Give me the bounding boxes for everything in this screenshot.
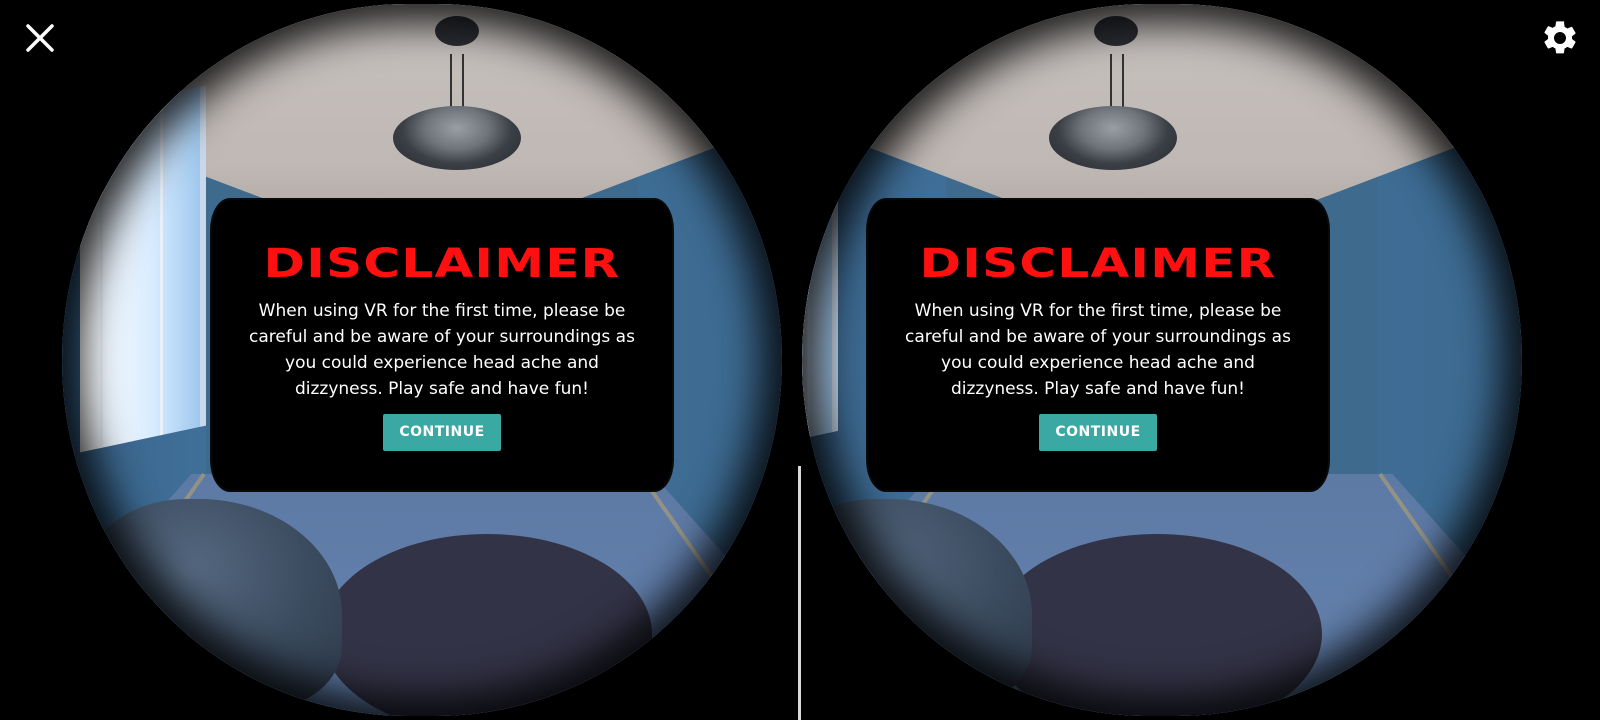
continue-button[interactable]: CONTINUE	[383, 414, 501, 451]
settings-button[interactable]	[1536, 14, 1584, 62]
eye-divider	[798, 466, 801, 720]
continue-button[interactable]: CONTINUE	[1039, 414, 1157, 451]
ceiling-lamp	[1049, 106, 1177, 170]
disclaimer-message: When using VR for the first time, please…	[249, 301, 635, 399]
window-bar	[100, 107, 103, 449]
disclaimer-title: DISCLAIMER	[919, 241, 1277, 287]
close-icon	[26, 24, 54, 52]
vr-viewer: DISCLAIMER When using VR for the first t…	[0, 0, 1600, 720]
left-eye-view: DISCLAIMER When using VR for the first t…	[62, 4, 782, 716]
disclaimer-message: When using VR for the first time, please…	[905, 301, 1291, 399]
close-button[interactable]	[16, 14, 64, 62]
gear-icon	[1544, 21, 1576, 54]
ceiling-lamp	[393, 106, 521, 170]
disclaimer-panel: DISCLAIMER When using VR for the first t…	[868, 200, 1328, 490]
window-bar	[130, 101, 133, 442]
disclaimer-panel: DISCLAIMER When using VR for the first t…	[212, 200, 672, 490]
disclaimer-title: DISCLAIMER	[263, 241, 621, 287]
right-eye-view: DISCLAIMER When using VR for the first t…	[802, 4, 1522, 716]
lamp-cords	[1092, 24, 1142, 114]
lamp-cords	[432, 24, 482, 114]
